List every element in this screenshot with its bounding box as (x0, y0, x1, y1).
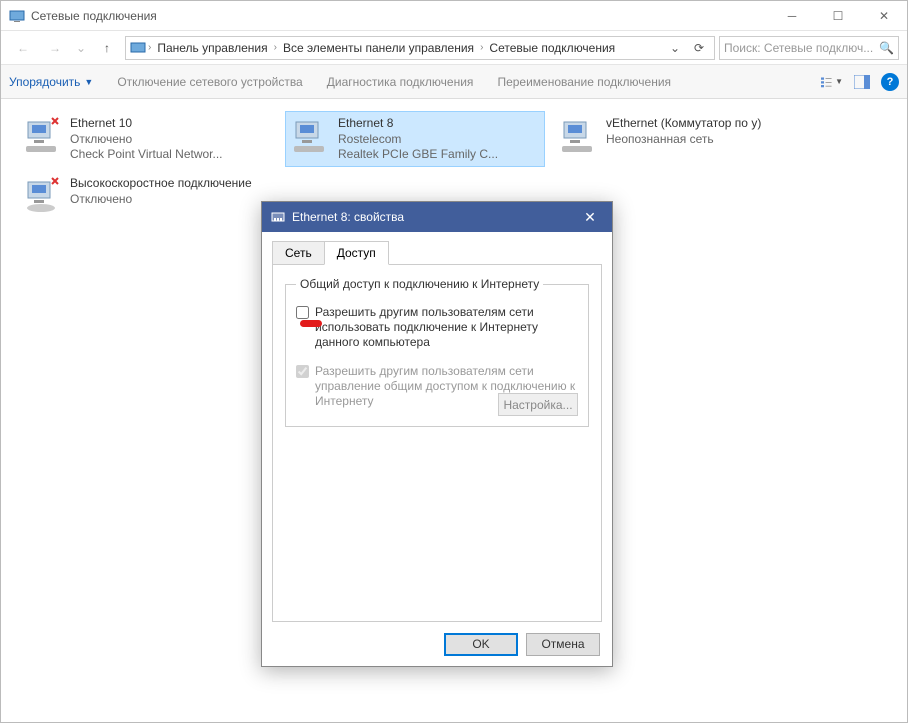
search-icon: 🔍 (879, 41, 894, 55)
chevron-right-icon[interactable]: › (148, 42, 151, 53)
connection-status: Отключено (70, 192, 252, 208)
nav-recent-icon[interactable]: ⌄ (73, 34, 89, 62)
navbar: ← → ⌄ ↑ › Панель управления › Все элемен… (1, 31, 907, 65)
connection-item[interactable]: Высокоскоростное подключение Отключено (17, 171, 277, 227)
tab-network[interactable]: Сеть (272, 241, 325, 265)
connection-status: Неопознанная сеть (606, 132, 761, 148)
breadcrumb-item[interactable]: Сетевые подключения (485, 39, 619, 57)
connection-item[interactable]: vEthernet (Коммутатор по у) Неопознанная… (553, 111, 813, 167)
dialog-footer: OK Отмена (262, 622, 612, 666)
network-adapter-icon (290, 116, 330, 156)
allow-sharing-label: Разрешить другим пользователям сети испо… (315, 305, 578, 350)
connection-name: Ethernet 10 (70, 116, 223, 132)
connection-name: Высокоскоростное подключение (70, 176, 252, 192)
tab-sharing[interactable]: Доступ (324, 241, 389, 265)
ethernet-icon (270, 209, 286, 225)
network-adapter-icon (22, 116, 62, 156)
titlebar: Сетевые подключения ─ ☐ ✕ (1, 1, 907, 31)
allow-sharing-checkbox[interactable] (296, 306, 309, 319)
allow-control-checkbox (296, 365, 309, 378)
minimize-button[interactable]: ─ (769, 1, 815, 31)
address-bar[interactable]: › Панель управления › Все элементы панел… (125, 36, 715, 60)
dialog-title: Ethernet 8: свойства (292, 210, 576, 224)
dropdown-icon[interactable]: ⌄ (664, 37, 686, 59)
view-options-icon[interactable]: ▼ (821, 71, 843, 93)
tab-panel-sharing: Общий доступ к подключению к Интернету Р… (272, 264, 602, 622)
chevron-right-icon[interactable]: › (480, 42, 483, 53)
connection-device: Realtek PCIe GBE Family C... (338, 147, 498, 163)
location-icon (130, 40, 146, 56)
annotation-highlight (300, 320, 322, 327)
chevron-down-icon: ▼ (835, 77, 843, 86)
tab-strip: Сеть Доступ (272, 241, 602, 265)
connection-device: Check Point Virtual Networ... (70, 147, 223, 163)
rename-button[interactable]: Переименование подключения (497, 75, 671, 89)
network-adapter-icon (22, 176, 62, 216)
breadcrumb-item[interactable]: Панель управления (153, 39, 271, 57)
nav-forward-icon: → (41, 34, 69, 62)
connection-status: Отключено (70, 132, 223, 148)
help-icon[interactable]: ? (881, 73, 899, 91)
properties-dialog: Ethernet 8: свойства ✕ Сеть Доступ Общий… (261, 201, 613, 667)
dialog-close-button[interactable]: ✕ (576, 203, 604, 231)
app-icon (9, 8, 25, 24)
preview-pane-icon[interactable] (851, 71, 873, 93)
organize-menu[interactable]: Упорядочить▼ (9, 75, 93, 89)
connection-name: vEthernet (Коммутатор по у) (606, 116, 761, 132)
ok-button[interactable]: OK (444, 633, 518, 656)
chevron-right-icon[interactable]: › (274, 42, 277, 53)
nav-back-icon[interactable]: ← (9, 34, 37, 62)
ics-group: Общий доступ к подключению к Интернету Р… (285, 277, 589, 427)
window-title: Сетевые подключения (31, 9, 769, 23)
connection-name: Ethernet 8 (338, 116, 498, 132)
breadcrumb-item[interactable]: Все элементы панели управления (279, 39, 478, 57)
chevron-down-icon: ▼ (84, 77, 93, 87)
toolbar: Упорядочить▼ Отключение сетевого устройс… (1, 65, 907, 99)
refresh-icon[interactable]: ⟳ (688, 37, 710, 59)
connection-status: Rostelecom (338, 132, 498, 148)
allow-sharing-checkbox-row: Разрешить другим пользователям сети испо… (296, 305, 578, 350)
close-button[interactable]: ✕ (861, 1, 907, 31)
dialog-titlebar[interactable]: Ethernet 8: свойства ✕ (262, 202, 612, 232)
ics-group-title: Общий доступ к подключению к Интернету (296, 277, 543, 291)
disable-device-button[interactable]: Отключение сетевого устройства (117, 75, 302, 89)
settings-button: Настройка... (498, 393, 578, 416)
diagnose-button[interactable]: Диагностика подключения (327, 75, 474, 89)
nav-up-icon[interactable]: ↑ (93, 34, 121, 62)
search-input[interactable]: Поиск: Сетевые подключ... 🔍 (719, 36, 899, 60)
maximize-button[interactable]: ☐ (815, 1, 861, 31)
network-adapter-icon (558, 116, 598, 156)
connection-item[interactable]: Ethernet 8 Rostelecom Realtek PCIe GBE F… (285, 111, 545, 167)
connection-item[interactable]: Ethernet 10 Отключено Check Point Virtua… (17, 111, 277, 167)
search-placeholder: Поиск: Сетевые подключ... (724, 41, 879, 55)
cancel-button[interactable]: Отмена (526, 633, 600, 656)
